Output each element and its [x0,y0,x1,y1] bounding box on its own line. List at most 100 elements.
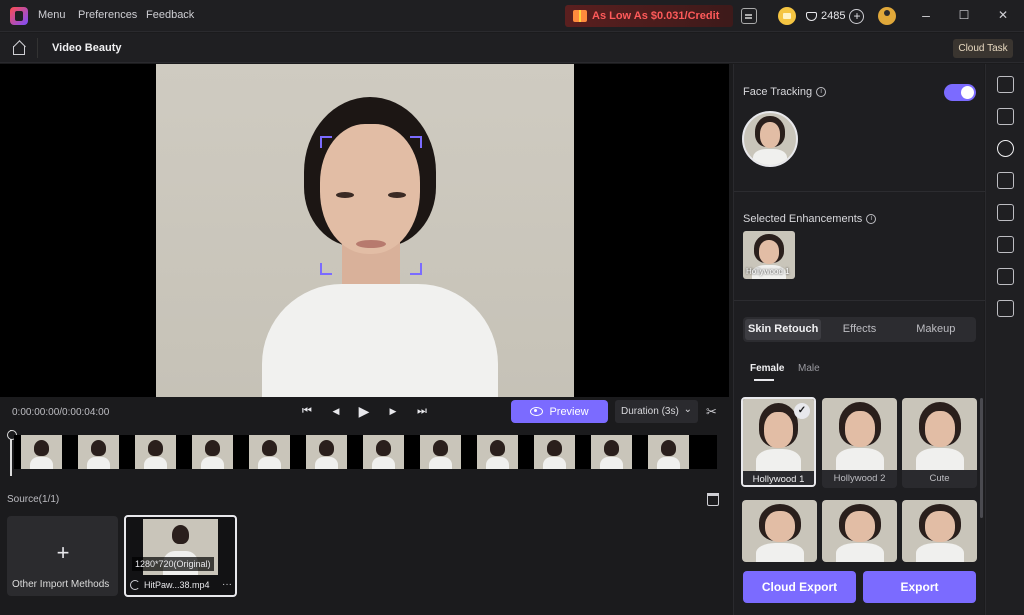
tab-effects[interactable]: Effects [821,319,897,340]
subject-lips [356,240,386,248]
clip-name: HitPaw...38.mp4 [144,580,210,590]
tracked-face-avatar[interactable] [742,111,798,167]
preset-card[interactable]: ✓ Hollywood 1 [741,397,816,487]
diamond-icon [806,11,817,21]
more-icon[interactable]: ··· [222,579,232,590]
ai-select-icon[interactable] [997,268,1014,285]
preset-card[interactable] [822,500,897,562]
info-icon[interactable]: i [866,214,877,224]
preview-button[interactable]: Preview [511,400,608,423]
crown-icon[interactable] [778,7,796,25]
playhead[interactable] [7,430,17,476]
credits-display[interactable]: 2485 + [806,7,865,25]
app-logo-icon [10,7,28,25]
timeline-frame [477,435,518,469]
subtab-male[interactable]: Male [798,363,820,374]
timeline-frame [21,435,62,469]
subtab-female[interactable]: Female [750,363,784,374]
scissors-icon[interactable]: ✂ [706,404,721,419]
trash-icon[interactable] [707,493,719,506]
page-title: Video Beauty [52,42,122,54]
chat-icon[interactable] [741,8,757,24]
timeline[interactable] [0,428,729,484]
selected-enhancements-row: Selected Enhancements i [743,213,877,225]
eye-icon [530,407,544,416]
face-tracking-toggle[interactable] [944,84,976,101]
selected-enhancement-thumb[interactable]: Hollywood 1 [743,231,795,279]
face-bracket-bottom-right [410,263,422,275]
preset-scrollbar[interactable] [980,398,983,518]
face-swap-icon[interactable] [997,140,1014,157]
preset-card[interactable] [742,500,817,562]
cloud-task-button[interactable]: Cloud Task [953,39,1013,58]
maximize-button[interactable]: ☐ [957,8,971,22]
face-bracket-top-left [320,136,332,148]
selected-enhancement-label: Hollywood 1 [746,267,790,276]
divider [37,38,38,58]
promo-text: As Low As $0.031/Credit [592,10,720,22]
duration-label: Duration (3s) [621,406,679,417]
edit-icon[interactable] [997,204,1014,221]
preset-card[interactable]: Hollywood 2 [822,398,897,488]
add-module-icon[interactable] [997,172,1014,189]
other-import-button[interactable]: + Other Import Methods [7,516,118,596]
filmstrip[interactable] [14,435,717,469]
curve-icon[interactable] [997,108,1014,125]
step-forward-icon[interactable]: ▶ [386,404,400,418]
face-tracking-label: Face Tracking [743,86,813,98]
add-credits-icon[interactable]: + [849,8,865,24]
clip-name-row: HitPaw...38.mp4 [130,580,210,590]
gift-icon [573,10,587,22]
refresh-icon[interactable] [130,580,140,590]
step-back-icon[interactable]: ◀ [329,404,343,418]
menu-item-feedback[interactable]: Feedback [146,9,194,21]
import-label: Other Import Methods [12,579,110,590]
user-account-icon[interactable] [878,7,896,25]
menu-item-preferences[interactable]: Preferences [78,9,137,21]
face-bracket-bottom-left [320,263,332,275]
menu-item-menu[interactable]: Menu [38,9,66,21]
cloud-export-button[interactable]: Cloud Export [743,571,856,603]
tab-makeup[interactable]: Makeup [898,319,974,340]
close-button[interactable]: ✕ [996,8,1010,22]
timeline-frame [78,435,119,469]
source-clip[interactable]: 1280*720(Original) HitPaw...38.mp4 ··· [124,515,237,597]
preset-card[interactable] [902,500,977,562]
category-tabs: Skin Retouch Effects Makeup [743,317,976,342]
tab-skin-retouch[interactable]: Skin Retouch [745,319,822,340]
credits-count: 2485 [821,10,846,22]
play-icon[interactable]: ▶ [357,404,371,418]
minimize-button[interactable]: – [919,8,933,22]
duration-select[interactable]: Duration (3s) ⌄ [615,400,698,423]
tool-rail [985,64,1024,615]
face-tracking-row: Face Tracking i [743,86,827,98]
video-frame [156,64,574,397]
face-bracket-top-right [410,136,422,148]
timeline-frame [135,435,176,469]
home-icon[interactable] [11,40,26,55]
module-header: Video Beauty Cloud Task [0,33,1024,63]
subject-shirt [262,284,498,397]
video-enhance-icon[interactable] [997,76,1014,93]
subtab-underline [754,379,774,381]
video-plus-icon[interactable] [997,300,1014,317]
divider [734,300,985,301]
preset-card[interactable]: Cute [902,398,977,488]
eraser-icon[interactable] [997,236,1014,253]
timeline-frame [249,435,290,469]
video-preview[interactable] [0,64,729,397]
subject-eye [388,192,406,198]
skip-to-end-icon[interactable]: ⏭ [415,404,429,418]
promo-banner[interactable]: As Low As $0.031/Credit [565,5,733,27]
subject-face [320,124,420,254]
title-bar: Menu Preferences Feedback As Low As $0.0… [0,0,1024,32]
subject-eye [336,192,354,198]
timeline-frame [306,435,347,469]
export-button[interactable]: Export [863,571,976,603]
info-icon[interactable]: i [816,87,827,97]
skip-to-start-icon[interactable]: ⏮ [300,404,314,418]
timeline-frame [363,435,404,469]
plus-icon: + [56,540,70,565]
timeline-frame [192,435,233,469]
selected-enhancements-label: Selected Enhancements [743,213,863,225]
